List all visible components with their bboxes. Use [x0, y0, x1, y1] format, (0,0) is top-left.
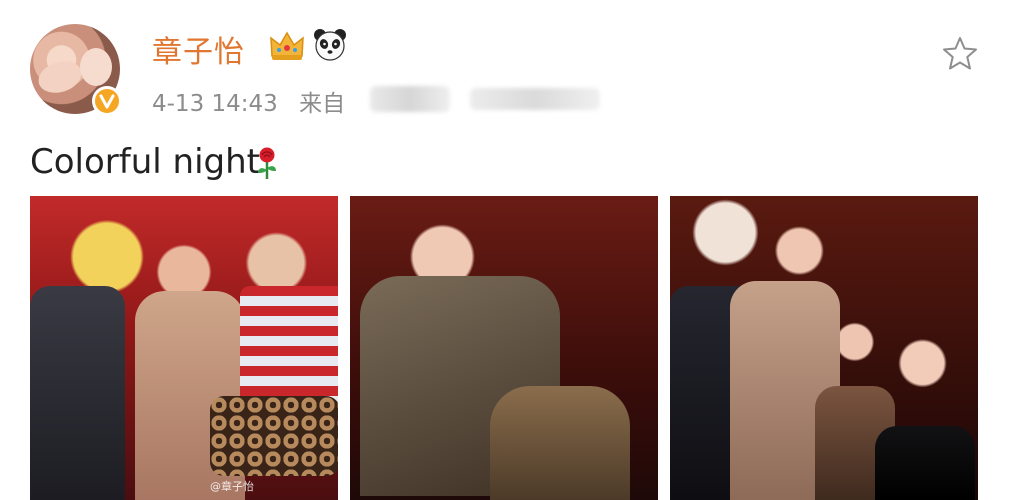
post-source-label: 来自 — [299, 91, 346, 117]
rose-icon — [254, 146, 280, 184]
username[interactable]: 章子怡 — [152, 27, 245, 71]
photo-figure — [875, 426, 975, 500]
panda-icon — [312, 27, 348, 67]
blurred-source-2 — [470, 88, 600, 110]
photo-figure — [30, 286, 125, 500]
blurred-source-1 — [370, 86, 450, 112]
crown-icon — [268, 28, 306, 68]
avatar-image-face — [80, 48, 112, 86]
avatar-image-hand — [34, 55, 86, 99]
post-photo-2[interactable] — [350, 196, 658, 500]
post-text: Colorful night — [30, 142, 260, 182]
photo-watermark: @章子怡 — [210, 480, 254, 493]
verified-badge-icon — [92, 86, 122, 116]
favorite-star-icon[interactable] — [940, 34, 980, 78]
photo-pillow — [210, 396, 338, 476]
post-photo-3[interactable] — [670, 196, 978, 500]
post-timestamp[interactable]: 4-13 14:43 — [152, 91, 278, 117]
post-photo-1[interactable]: @章子怡 — [30, 196, 338, 500]
post-meta: 4-13 14:43 来自 — [152, 84, 345, 118]
photo-figure — [490, 386, 630, 500]
photo-figure — [240, 286, 338, 406]
